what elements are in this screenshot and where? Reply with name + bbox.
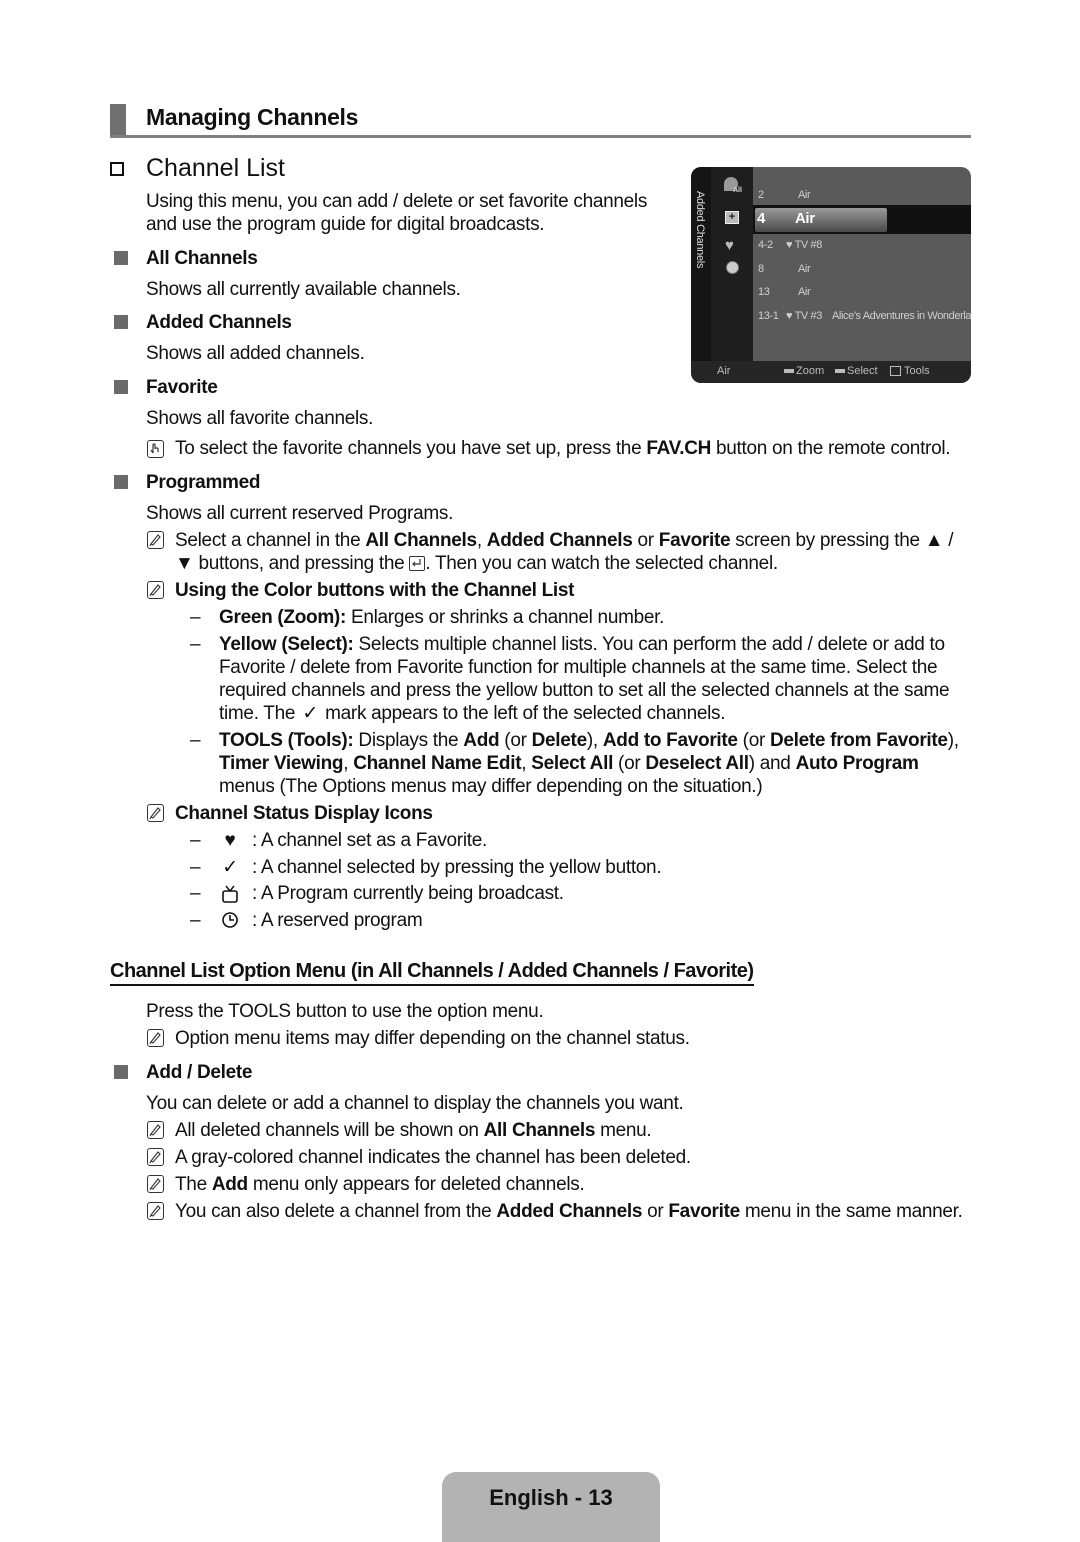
square-bullet-icon: [114, 380, 128, 394]
dash: –: [190, 857, 201, 878]
color-buttons-title: Using the Color buttons with the Channel…: [175, 580, 575, 601]
tv-icon: [221, 884, 239, 909]
note-icon: [147, 581, 164, 599]
dash: –: [190, 730, 201, 751]
tv-program-name: Alice's Adventures in Wonderland: [832, 310, 971, 322]
status-broadcast-text: : A Program currently being broadcast.: [252, 883, 564, 904]
tv-footer: Air Zoom Select Tools: [691, 361, 971, 383]
check-icon: ✓: [302, 703, 318, 724]
yellow-select-line-4: time. The ✓ mark appears to the left of …: [219, 703, 726, 724]
heart-icon: ♥: [224, 830, 236, 851]
green-zoom-item: Green (Zoom): Enlarges or shrinks a chan…: [219, 607, 665, 628]
tv-channel-num: 4-2: [758, 239, 773, 251]
option-menu-note: Option menu items may differ depending o…: [175, 1028, 690, 1049]
tv-channel-num: 13: [758, 286, 770, 298]
note-icon: [147, 1029, 164, 1047]
tv-channel-name: ♥ TV #8: [786, 239, 822, 251]
dash: –: [190, 910, 201, 931]
favorite-heart-icon: ♥: [725, 237, 734, 254]
tv-channel-name: Air: [798, 189, 811, 201]
add-delete-desc: You can delete or add a channel to displ…: [146, 1093, 684, 1114]
note-icon: [147, 1121, 164, 1139]
square-bullet-icon: [114, 475, 128, 489]
intro-line-1: Using this menu, you can add / delete or…: [146, 191, 648, 212]
dash: –: [190, 883, 201, 904]
yellow-select-line-1: Yellow (Select): Selects multiple channe…: [219, 634, 945, 655]
tv-side-panel: Added Channels: [691, 167, 711, 361]
status-favorite-text: : A channel set as a Favorite.: [252, 830, 487, 851]
square-bullet-icon: [114, 315, 128, 329]
tv-channel-num: 13-1: [758, 310, 779, 322]
channel-list-screenshot: Added Channels All + ♥ 2 Air 4 Air 4-2 ♥…: [691, 167, 971, 383]
yellow-select-line-2: Favorite / delete from Favorite function…: [219, 657, 938, 678]
add-delete-heading: Add / Delete: [146, 1062, 253, 1083]
subsection-title: Channel List: [146, 154, 285, 182]
status-selected-text: : A channel selected by pressing the yel…: [252, 857, 662, 878]
tv-channel-name: Air: [798, 286, 811, 298]
square-bullet-icon: [114, 251, 128, 265]
add-delete-note-3: The Add menu only appears for deleted ch…: [175, 1174, 585, 1195]
item-desc-favorite: Shows all favorite channels.: [146, 408, 374, 429]
tv-channel-num: 8: [758, 263, 764, 275]
green-button-icon: [784, 369, 794, 374]
item-desc-all-channels: Shows all currently available channels.: [146, 279, 461, 300]
item-heading-added-channels: Added Channels: [146, 312, 292, 333]
remote-button-icon: [147, 440, 164, 458]
check-icon: ✓: [222, 857, 238, 878]
tv-channel-name-selected: Air: [795, 210, 815, 227]
status-icons-title: Channel Status Display Icons: [175, 803, 433, 824]
page-number: English - 13: [489, 1485, 613, 1510]
tv-channel-num: 2: [758, 189, 764, 201]
add-delete-note-1: All deleted channels will be shown on Al…: [175, 1120, 652, 1141]
dash: –: [190, 830, 201, 851]
status-reserved-text: : A reserved program: [252, 910, 423, 931]
tv-channel-name: Air: [798, 263, 811, 275]
clock-icon: [221, 911, 239, 934]
select-note-line-2: ▼ buttons, and pressing the . Then you c…: [175, 553, 778, 574]
tv-channel-name: ♥ TV #3: [786, 310, 822, 322]
note-icon: [147, 1202, 164, 1220]
zoom-hint: Zoom: [784, 365, 824, 377]
tools-line-2: Timer Viewing, Channel Name Edit, Select…: [219, 753, 919, 774]
tools-hint: Tools: [890, 365, 930, 377]
added-channels-icon: +: [725, 211, 739, 224]
dash: –: [190, 607, 201, 628]
yellow-button-icon: [835, 369, 845, 374]
item-desc-added-channels: Shows all added channels.: [146, 343, 365, 364]
section-marker: [110, 104, 126, 137]
select-hint: Select: [835, 365, 878, 377]
tv-side-label: Added Channels: [694, 191, 706, 269]
enter-button-icon: [409, 556, 426, 571]
all-badge: All: [733, 187, 742, 194]
tools-line-3: menus (The Options menus may differ depe…: [219, 776, 763, 797]
item-heading-programmed: Programmed: [146, 472, 261, 493]
tv-category-icons: All + ♥: [711, 167, 753, 361]
note-icon: [147, 1175, 164, 1193]
section-rule: [110, 135, 971, 138]
tv-channel-num-selected: 4: [757, 210, 765, 227]
tools-line-1: TOOLS (Tools): Displays the Add (or Dele…: [219, 730, 959, 751]
note-icon: [147, 531, 164, 549]
item-heading-all-channels: All Channels: [146, 248, 258, 269]
option-menu-intro: Press the TOOLS button to use the option…: [146, 1001, 544, 1022]
item-heading-favorite: Favorite: [146, 377, 218, 398]
note-icon: [147, 804, 164, 822]
square-bullet-icon: [114, 1065, 128, 1079]
section-title: Managing Channels: [146, 104, 359, 130]
intro-line-2: and use the program guide for digital br…: [146, 214, 545, 235]
selected-row-highlight: [755, 208, 887, 232]
add-delete-note-2: A gray-colored channel indicates the cha…: [175, 1147, 691, 1168]
yellow-select-line-3: required channels and press the yellow b…: [219, 680, 950, 701]
select-note-line-1: Select a channel in the All Channels, Ad…: [175, 530, 954, 551]
tv-footer-status: Air: [717, 365, 731, 377]
programmed-clock-icon: [726, 261, 739, 274]
dash: –: [190, 634, 201, 655]
checkbox-bullet-icon: [110, 162, 124, 176]
option-menu-title: Channel List Option Menu (in All Channel…: [110, 960, 754, 986]
fav-note: To select the favorite channels you have…: [175, 438, 951, 459]
add-delete-note-4: You can also delete a channel from the A…: [175, 1201, 963, 1222]
item-desc-programmed: Shows all current reserved Programs.: [146, 503, 454, 524]
tools-icon: [890, 366, 901, 377]
note-icon: [147, 1148, 164, 1166]
